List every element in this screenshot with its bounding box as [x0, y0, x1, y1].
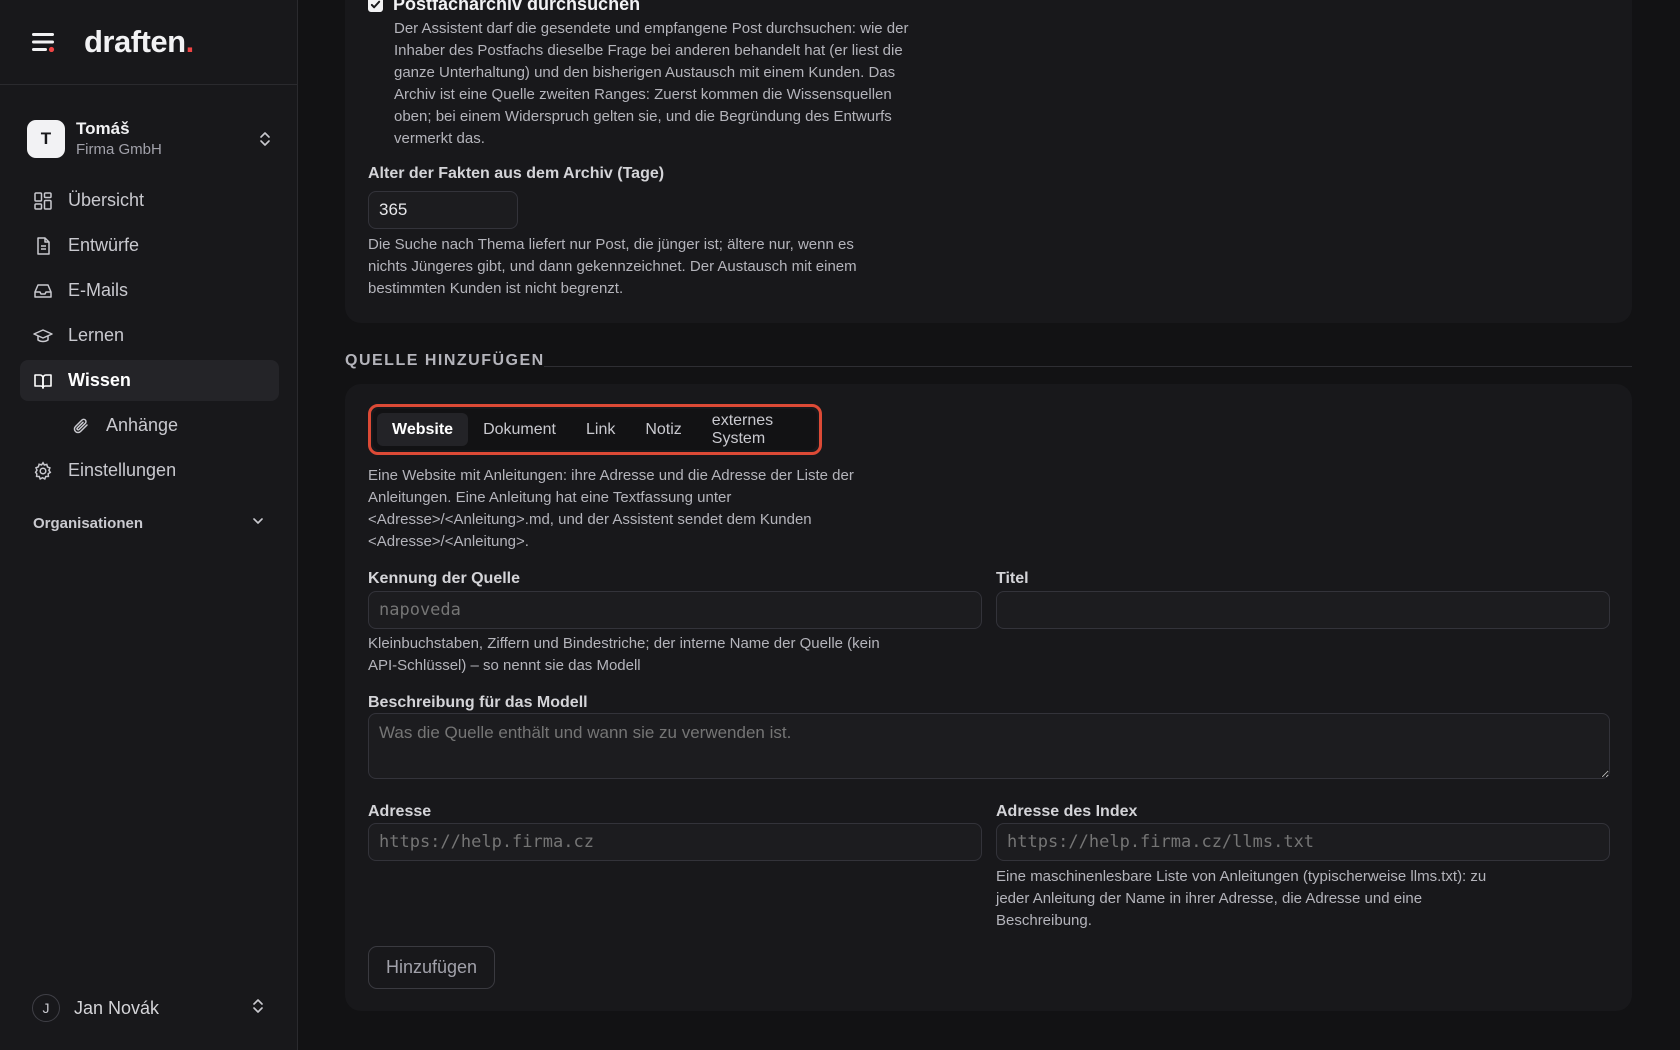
source-id-help: Kleinbuchstaben, Ziffern und Bindestrich… — [368, 635, 880, 674]
tab-external-system[interactable]: externes System — [697, 412, 813, 447]
add-source-section-title: QUELLE HINZUFÜGEN — [345, 352, 545, 369]
chevron-up-down-icon — [248, 996, 268, 1021]
section-divider — [544, 366, 1632, 367]
main-content: Postfacharchiv durchsuchen Der Assistent… — [299, 0, 1680, 1050]
tab-document[interactable]: Dokument — [468, 413, 571, 446]
org-switcher[interactable]: T Tomáš Firma GmbH — [27, 115, 275, 163]
sidebar-item-emails[interactable]: E-Mails — [20, 270, 279, 311]
sidebar-item-label: Entwürfe — [68, 235, 140, 255]
chevron-up-down-icon — [255, 129, 275, 149]
source-type-tabs-highlight: Website Dokument Link Notiz externes Sys… — [368, 404, 822, 455]
sidebar-item-learn[interactable]: Lernen — [20, 315, 279, 356]
add-source-button[interactable]: Hinzufügen — [368, 946, 495, 989]
sidebar-item-label: Anhänge — [106, 415, 179, 435]
sidebar-item-label: Wissen — [68, 370, 131, 390]
user-switcher[interactable]: J Jan Novák — [32, 993, 268, 1023]
sidebar-item-drafts[interactable]: Entwürfe — [20, 225, 279, 266]
chevron-down-icon — [251, 514, 265, 532]
archive-age-help: Die Suche nach Thema liefert nur Post, d… — [368, 236, 857, 297]
sidebar-item-label: E-Mails — [68, 280, 129, 300]
menu-icon[interactable] — [32, 28, 60, 56]
website-tab-description: Eine Website mit Anleitungen: ihre Adres… — [368, 467, 854, 550]
archive-checkbox-row[interactable]: Postfacharchiv durchsuchen — [368, 0, 640, 15]
archive-age-label: Alter der Fakten aus dem Archiv (Tage) — [368, 165, 665, 182]
source-id-label: Kennung der Quelle — [368, 570, 521, 587]
index-url-label: Adresse des Index — [996, 803, 1138, 820]
archive-age-input[interactable]: 365 — [368, 191, 518, 229]
title-label: Titel — [996, 570, 1029, 587]
sidebar-item-attachments[interactable]: Anhänge — [20, 405, 279, 446]
user-name: Jan Novák — [74, 997, 160, 1018]
sidebar: draften. T Tomáš Firma GmbH Übersicht En… — [0, 0, 298, 1050]
model-description-label: Beschreibung für das Modell — [368, 694, 588, 711]
dashboard-icon — [33, 191, 53, 211]
sidebar-item-label: Einstellungen — [68, 460, 177, 480]
sidebar-item-settings[interactable]: Einstellungen — [20, 450, 279, 491]
brand-bar: draften. — [0, 0, 297, 85]
url-label: Adresse — [368, 803, 432, 820]
user-avatar: J — [32, 994, 60, 1022]
org-name: Tomáš — [76, 119, 130, 138]
tab-website[interactable]: Website — [377, 413, 469, 446]
index-url-input[interactable] — [996, 823, 1610, 861]
archive-checkbox[interactable] — [368, 0, 383, 12]
document-icon — [33, 236, 53, 256]
tab-note[interactable]: Notiz — [630, 413, 696, 446]
inbox-icon — [33, 281, 53, 301]
source-id-input[interactable] — [368, 591, 982, 629]
graduation-cap-icon — [33, 326, 53, 346]
sidebar-item-label: Lernen — [68, 325, 125, 345]
check-icon — [370, 0, 381, 9]
sidebar-group-label: Organisationen — [33, 514, 144, 532]
source-type-tabs: Website Dokument Link Notiz externes Sys… — [373, 409, 817, 450]
title-input[interactable] — [996, 591, 1610, 629]
archive-checkbox-label: Postfacharchiv durchsuchen — [393, 0, 641, 14]
sidebar-item-overview[interactable]: Übersicht — [20, 180, 279, 221]
archive-age-value: 365 — [379, 200, 408, 219]
gear-icon — [33, 460, 53, 481]
brand-logo-dot: . — [185, 24, 195, 59]
app: draften. T Tomáš Firma GmbH Übersicht En… — [0, 0, 1680, 1050]
sidebar-item-label: Übersicht — [68, 190, 145, 210]
org-text: Tomáš Firma GmbH — [76, 118, 255, 160]
archive-description: Der Assistent darf die gesendete und emp… — [394, 20, 909, 147]
model-description-textarea[interactable] — [368, 713, 1610, 779]
org-company: Firma GmbH — [76, 141, 162, 158]
url-input[interactable] — [368, 823, 982, 861]
org-avatar: T — [27, 120, 65, 158]
book-icon — [33, 371, 53, 391]
paperclip-icon — [71, 416, 91, 436]
sidebar-group-organizations[interactable]: Organisationen — [20, 505, 279, 541]
brand-logo[interactable]: draften. — [84, 24, 194, 60]
sidebar-nav: Übersicht Entwürfe E-Mails Lernen Wissen… — [20, 180, 279, 541]
tab-link[interactable]: Link — [571, 413, 630, 446]
index-url-help: Eine maschinenlesbare Liste von Anleitun… — [996, 868, 1487, 929]
sidebar-item-knowledge[interactable]: Wissen — [20, 360, 279, 401]
